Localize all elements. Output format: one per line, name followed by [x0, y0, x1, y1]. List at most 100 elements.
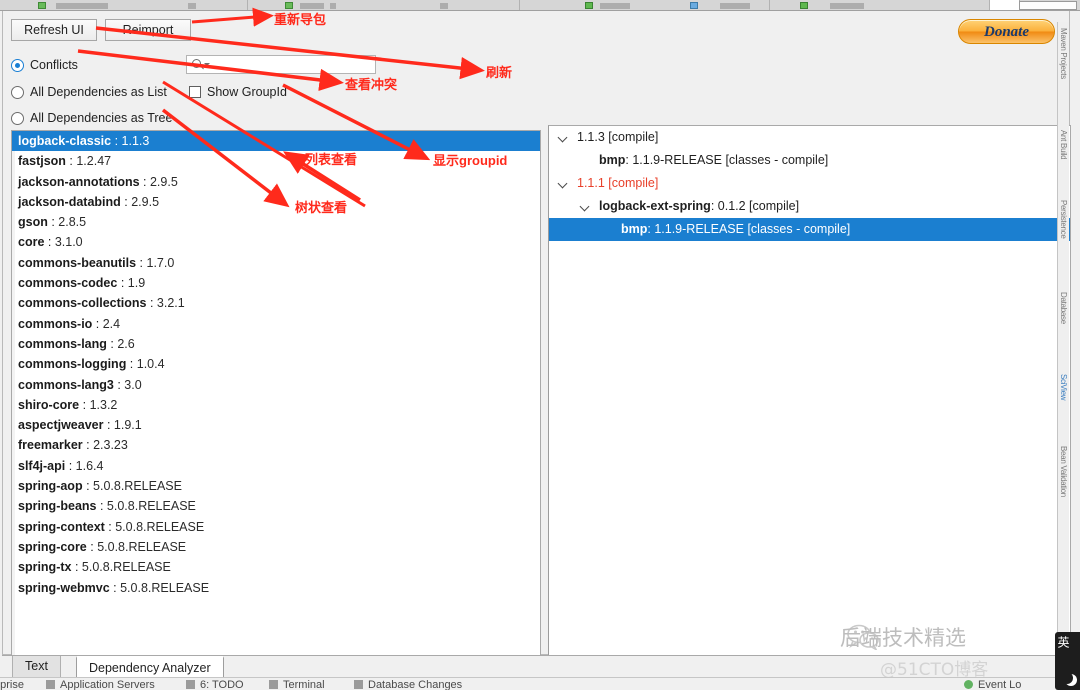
ime-badge[interactable]: 英: [1055, 632, 1080, 690]
tool-window-strip: Maven Projects Ant Build Persistence Databa…: [1057, 22, 1069, 666]
dependency-list-item[interactable]: spring-context : 5.0.8.RELEASE: [12, 517, 540, 537]
refresh-ui-button[interactable]: Refresh UI: [11, 19, 97, 41]
dependency-name: commons-codec: [18, 276, 118, 291]
radio-all-dependencies-as-tree[interactable]: All Dependencies as Tree: [11, 109, 172, 127]
dependency-tree-row[interactable]: 1.1.3 [compile]: [549, 126, 1070, 149]
dependency-name: spring-core: [18, 539, 87, 554]
anno-reimport: 重新导包: [274, 12, 327, 27]
dependency-separator: :: [113, 377, 125, 392]
checkbox-box: [189, 86, 201, 98]
status-item-icon: [964, 680, 973, 689]
tree-node-text: : 1.1.9-RELEASE [classes - compile]: [625, 153, 829, 167]
dependency-list-item[interactable]: core : 3.1.0: [12, 232, 540, 252]
dependency-list-item[interactable]: commons-lang : 2.6: [12, 334, 540, 354]
dependency-separator: :: [96, 499, 107, 514]
tool-window-button[interactable]: SciView: [1058, 374, 1068, 400]
tool-window-button[interactable]: Maven Projects: [1058, 28, 1068, 79]
dependency-tree-row[interactable]: bmp : 1.1.9-RELEASE [classes - compile]: [549, 218, 1070, 241]
dependency-list-item[interactable]: spring-beans : 5.0.8.RELEASE: [12, 496, 540, 516]
dependency-separator: :: [136, 255, 147, 270]
tree-row-content: bmp : 1.1.9-RELEASE [classes - compile]: [621, 222, 850, 236]
dependency-version: 1.1.3: [121, 134, 150, 148]
dependency-list-item[interactable]: commons-lang3 : 3.0: [12, 375, 540, 395]
dependency-tree[interactable]: 1.1.3 [compile] bmp : 1.1.9-RELEASE [clas…: [548, 125, 1071, 660]
dependency-list-item[interactable]: slf4j-api : 1.6.4: [12, 456, 540, 476]
dependency-tree-row[interactable]: logback-ext-spring : 0.1.2 [compile]: [549, 195, 1070, 218]
tree-node-text: 1.1.1 [compile]: [577, 176, 659, 190]
dependency-name: commons-beanutils: [18, 255, 137, 270]
tree-node-name: bmp: [599, 153, 626, 167]
tree-row-content: 1.1.1 [compile]: [577, 176, 658, 190]
dependency-list-item[interactable]: aspectjweaver : 1.9.1: [12, 415, 540, 435]
dependency-version: 1.0.4: [136, 357, 165, 372]
dependency-tree-row[interactable]: bmp : 1.1.9-RELEASE [classes - compile]: [549, 149, 1070, 172]
dependency-list-item[interactable]: freemarker : 2.3.23: [12, 435, 540, 455]
radio-conflicts[interactable]: Conflicts: [11, 56, 78, 74]
tree-row-content: bmp : 1.1.9-RELEASE [classes - compile]: [599, 153, 828, 167]
dependency-separator: :: [104, 519, 116, 534]
status-bar-item[interactable]: Database Changes: [368, 678, 462, 690]
moon-icon: [1061, 672, 1073, 684]
radio-list-label: All Dependencies as List: [30, 85, 167, 99]
dependency-separator: :: [65, 154, 77, 169]
dependency-separator: :: [111, 134, 122, 148]
dependency-list-item[interactable]: jackson-annotations : 2.9.5: [12, 172, 540, 192]
tool-window-button[interactable]: Database: [1058, 292, 1068, 324]
chevron-down-icon[interactable]: [559, 134, 568, 140]
dependency-separator: :: [103, 418, 114, 433]
dependency-list-item[interactable]: commons-io : 2.4: [12, 314, 540, 334]
reimport-button[interactable]: Reimport: [105, 19, 191, 41]
donate-button[interactable]: Donate: [958, 19, 1055, 44]
dependency-separator: :: [44, 235, 55, 250]
chevron-down-icon: [204, 63, 210, 66]
dependency-list-item[interactable]: spring-aop : 5.0.8.RELEASE: [12, 476, 540, 496]
dependency-list-item[interactable]: commons-codec : 1.9: [12, 273, 540, 293]
status-bar-item[interactable]: Terminal: [283, 678, 325, 690]
dependency-tree-body: 1.1.3 [compile] bmp : 1.1.9-RELEASE [clas…: [549, 126, 1070, 659]
tree-node-name: bmp: [621, 222, 648, 236]
status-bar-item[interactable]: Event Lo: [978, 678, 1021, 690]
dependency-version: 2.9.5: [131, 194, 160, 209]
chevron-down-icon[interactable]: [559, 180, 568, 186]
app-root: Refresh UI Reimport Donate Conflicts All…: [0, 0, 1080, 690]
dependency-name: aspectjweaver: [18, 418, 104, 433]
dependency-list[interactable]: logback-classic : 1.1.3 fastjson : 1.2.47…: [11, 130, 541, 660]
dependency-name: commons-logging: [18, 357, 127, 372]
tool-window-button[interactable]: Persistence: [1058, 200, 1068, 239]
status-item-icon: [186, 680, 195, 689]
dependency-version: 3.1.0: [54, 235, 83, 250]
dependency-name: commons-lang3: [18, 377, 114, 392]
tool-window-button[interactable]: Ant Build: [1058, 130, 1068, 159]
dependency-list-item[interactable]: spring-tx : 5.0.8.RELEASE: [12, 557, 540, 577]
dependency-list-item[interactable]: spring-core : 5.0.8.RELEASE: [12, 537, 540, 557]
dependency-version: 1.6.4: [75, 458, 104, 473]
search-input[interactable]: [186, 55, 376, 74]
tab-text[interactable]: Text: [12, 656, 61, 678]
dependency-tree-row[interactable]: 1.1.1 [compile]: [549, 172, 1070, 195]
dependency-version: 2.9.5: [149, 174, 178, 189]
dependency-list-item[interactable]: logback-classic : 1.1.3: [12, 131, 540, 152]
tab-dependency-analyzer[interactable]: Dependency Analyzer: [76, 656, 224, 678]
dependency-list-item[interactable]: shiro-core : 1.3.2: [12, 395, 540, 415]
tool-window-button[interactable]: Bean Validation: [1058, 446, 1068, 497]
dependency-separator: :: [126, 357, 137, 372]
dependency-name: commons-io: [18, 316, 93, 331]
dependency-version: 3.0: [124, 377, 142, 392]
status-item-icon: [46, 680, 55, 689]
show-groupid-checkbox[interactable]: Show GroupId: [189, 83, 287, 101]
chevron-down-icon[interactable]: [581, 203, 590, 209]
status-bar: nprise Application Servers 6: TODO Terminal…: [0, 677, 1080, 690]
status-bar-item[interactable]: nprise: [0, 678, 24, 690]
anno-refresh: 刷新: [486, 65, 513, 80]
status-bar-item[interactable]: 6: TODO: [200, 678, 244, 690]
dependency-version: 2.6: [117, 336, 135, 351]
dependency-list-item[interactable]: jackson-databind : 2.9.5: [12, 192, 540, 212]
status-bar-item[interactable]: Application Servers: [60, 678, 155, 690]
dependency-list-item[interactable]: spring-webmvc : 5.0.8.RELEASE: [12, 578, 540, 598]
dependency-list-item[interactable]: commons-beanutils : 1.7.0: [12, 253, 540, 273]
dependency-list-item[interactable]: commons-logging : 1.0.4: [12, 354, 540, 374]
dependency-list-item[interactable]: commons-collections : 3.2.1: [12, 293, 540, 313]
dependency-name: commons-collections: [18, 296, 147, 311]
dependency-list-item[interactable]: gson : 2.8.5: [12, 212, 540, 232]
radio-all-dependencies-as-list[interactable]: All Dependencies as List: [11, 83, 167, 101]
